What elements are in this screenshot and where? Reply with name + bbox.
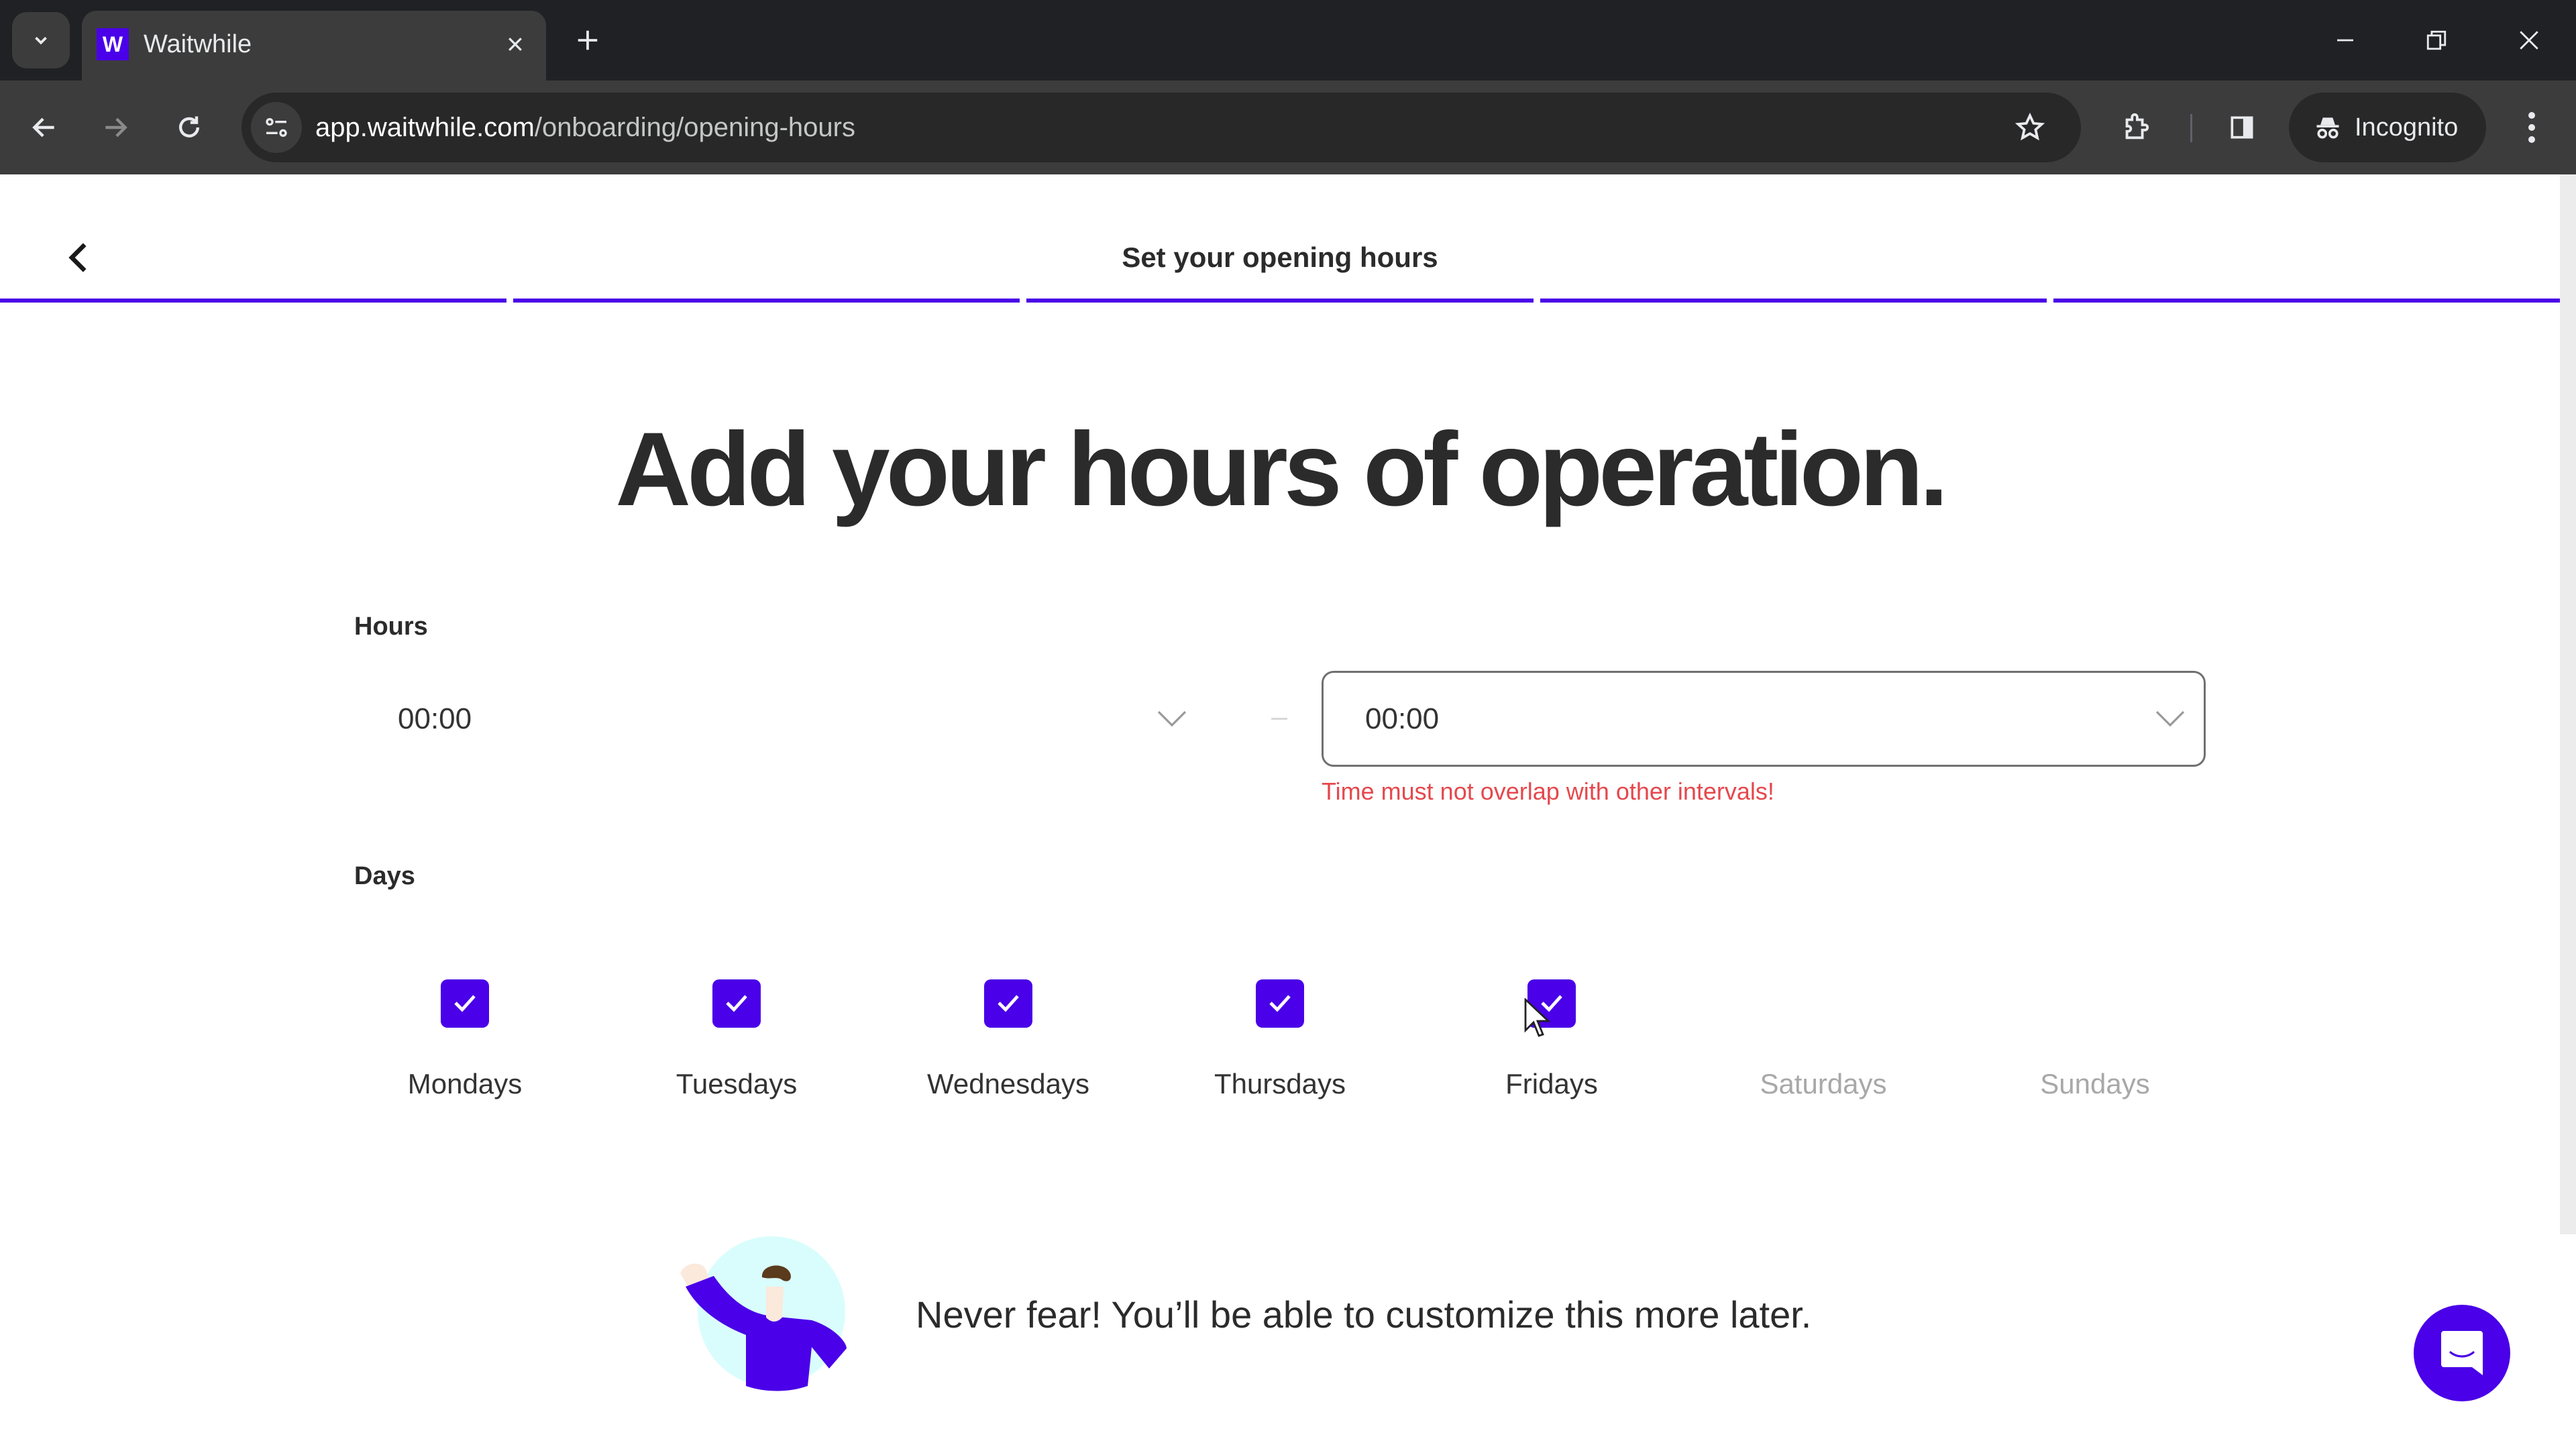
day-option-thursdays[interactable]: Thursdays (1159, 979, 1401, 1103)
browser-tab-bar: W Waitwhile (0, 0, 2576, 80)
arrow-left-icon (32, 117, 54, 138)
checkmark-icon (1269, 995, 1291, 1012)
checkmark-icon (998, 995, 1019, 1012)
onboarding-progress (0, 299, 2561, 304)
day-label: Mondays (407, 1068, 523, 1099)
chat-icon (2441, 1331, 2483, 1375)
onboarding-page: Set your opening hours Add your hours of… (0, 174, 2561, 1449)
mouse-cursor-icon (1524, 998, 1551, 1037)
time-range-separator (1271, 718, 1287, 720)
menu-dot (2528, 136, 2535, 143)
day-checkbox[interactable] (712, 979, 761, 1028)
day-checkbox[interactable] (1256, 979, 1304, 1028)
progress-segment (2053, 299, 2561, 303)
menu-dot (2528, 124, 2535, 131)
day-option-wednesdays[interactable]: Wednesdays (888, 979, 1129, 1103)
page-heading: Add your hours of operation. (615, 411, 1948, 528)
waving-person-illustration (680, 1236, 847, 1391)
forward-button[interactable] (94, 106, 137, 149)
day-label: Tuesdays (676, 1068, 798, 1099)
incognito-profile-button[interactable]: Incognito (2289, 93, 2486, 162)
chevron-down-icon (2137, 710, 2204, 728)
customize-later-note: Never fear! You’ll be able to customize … (671, 1234, 1811, 1395)
day-checkbox[interactable] (1799, 979, 1847, 1028)
chevron-down-icon (1138, 710, 1205, 728)
site-info-button[interactable] (251, 102, 302, 153)
hours-label: Hours (354, 612, 428, 641)
arrow-right-icon (105, 117, 127, 138)
note-text: Never fear! You’ll be able to customize … (916, 1293, 1812, 1336)
chevron-down-icon (35, 36, 47, 45)
side-panel-icon (2231, 116, 2253, 139)
day-option-mondays[interactable]: Mondays (344, 979, 586, 1103)
tab-close-button[interactable] (498, 25, 533, 63)
profile-label: Incognito (2355, 113, 2459, 142)
support-chat-button[interactable] (2414, 1305, 2510, 1401)
day-option-saturdays[interactable]: Saturdays (1703, 979, 1944, 1103)
day-label: Saturdays (1760, 1068, 1887, 1099)
star-icon (2015, 112, 2045, 141)
bookmark-button[interactable] (2010, 107, 2050, 148)
back-button[interactable] (23, 106, 66, 149)
close-icon (2520, 31, 2538, 50)
new-tab-button[interactable] (568, 20, 608, 60)
plus-icon (578, 30, 598, 50)
waitwhile-favicon-icon: W (97, 28, 129, 60)
tab-title: Waitwhile (144, 30, 252, 58)
step-title: Set your opening hours (1122, 241, 1438, 273)
day-label: Fridays (1505, 1068, 1598, 1099)
puzzle-icon (2125, 113, 2149, 140)
day-option-tuesdays[interactable]: Tuesdays (616, 979, 857, 1103)
checkmark-icon (726, 995, 747, 1012)
day-option-fridays[interactable]: Fridays (1431, 979, 1672, 1103)
day-label: Thursdays (1214, 1068, 1346, 1099)
browser-toolbar: app.waitwhile.com/onboarding/opening-hou… (0, 80, 2576, 174)
start-time-select[interactable]: 00:00 (354, 671, 1208, 767)
browser-tab[interactable]: W Waitwhile (82, 11, 546, 80)
url-path: /onboarding/opening-hours (534, 113, 855, 142)
reload-icon (179, 116, 200, 138)
day-label: Sundays (2040, 1068, 2150, 1099)
day-checkbox[interactable] (2071, 979, 2119, 1028)
progress-segment-fill (1540, 299, 2047, 303)
progress-segment (1540, 299, 2047, 303)
progress-segment (1026, 299, 1534, 303)
progress-segment-fill (0, 299, 507, 303)
progress-segment-fill (513, 299, 1020, 303)
close-window-button[interactable] (2502, 13, 2556, 67)
tune-icon (266, 117, 287, 138)
browser-menu-button[interactable] (2510, 106, 2553, 149)
address-bar[interactable]: app.waitwhile.com/onboarding/opening-hou… (241, 93, 2081, 162)
reload-button[interactable] (168, 106, 211, 149)
url-text: app.waitwhile.com/onboarding/opening-hou… (315, 107, 855, 148)
progress-segment-fill (2053, 299, 2561, 303)
day-checkbox[interactable] (984, 979, 1032, 1028)
page-scrollbar[interactable] (2560, 174, 2576, 1234)
progress-segment (0, 299, 507, 303)
end-time-select[interactable]: 00:00 (1322, 671, 2206, 767)
day-checkbox[interactable] (441, 979, 489, 1028)
minimize-window-button[interactable] (2318, 13, 2372, 67)
progress-segment (513, 299, 1020, 303)
toolbar-divider (2190, 114, 2192, 142)
restore-window-button[interactable] (2410, 13, 2463, 67)
close-icon (508, 38, 522, 51)
day-option-sundays[interactable]: Sundays (1974, 979, 2216, 1103)
tab-search-button[interactable] (12, 12, 70, 68)
incognito-icon (2316, 117, 2339, 139)
minimize-icon (2337, 39, 2353, 42)
day-label: Wednesdays (926, 1068, 1090, 1099)
more-vertical-icon (2528, 112, 2535, 119)
progress-segment-fill (1026, 299, 1534, 303)
url-host: app.waitwhile.com (315, 113, 535, 142)
extensions-button[interactable] (2114, 106, 2157, 149)
start-time-value: 00:00 (398, 702, 472, 735)
end-time-value: 00:00 (1365, 702, 1440, 735)
time-error-message: Time must not overlap with other interva… (1322, 777, 1774, 805)
side-panel-button[interactable] (2220, 106, 2263, 149)
days-label: Days (354, 862, 415, 890)
restore-icon (2426, 30, 2447, 50)
checkmark-icon (454, 995, 476, 1012)
